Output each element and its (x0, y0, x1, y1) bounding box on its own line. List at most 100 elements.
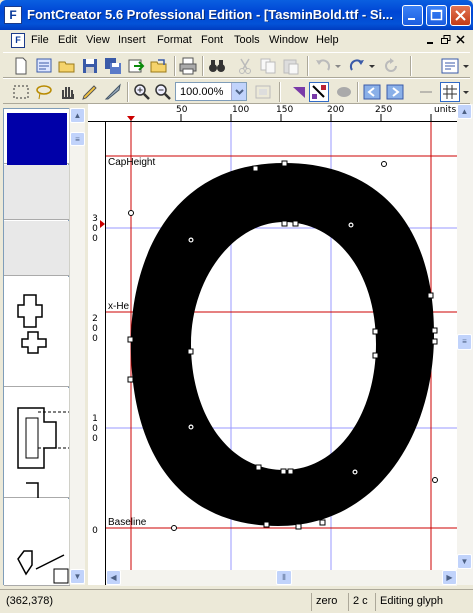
scroll-down-icon[interactable]: ▼ (457, 554, 472, 569)
ruler-label: 250 (375, 105, 393, 115)
glyph-properties-icon[interactable] (440, 56, 460, 76)
glyph-cell-selected[interactable] (4, 109, 70, 165)
close-icon (455, 10, 466, 21)
scroll-thumb[interactable]: ⦀ (276, 570, 292, 585)
standard-toolbar (3, 52, 470, 78)
glyph-cell[interactable] (4, 277, 70, 387)
app-icon[interactable]: F (4, 6, 22, 24)
maximize-button[interactable] (426, 5, 447, 26)
ruler-label: 50 (176, 105, 188, 115)
glyph-cell[interactable] (4, 499, 70, 586)
contour-count-status: 2 c (348, 593, 374, 611)
glyph-thumbnail-icon (17, 294, 47, 354)
window-title: FontCreator 5.6 Professional Edition - [… (27, 7, 393, 22)
glyph-thumbnail-icon (17, 550, 69, 584)
ruler-label: 150 (276, 105, 294, 115)
ruler-units-label: units (434, 105, 457, 115)
mdi-close-icon[interactable] (455, 34, 467, 46)
selected-glyph-swatch (7, 113, 67, 165)
triangle-point-icon[interactable] (289, 82, 309, 102)
cut-icon[interactable] (235, 56, 255, 76)
refresh-icon[interactable] (381, 56, 401, 76)
zoom-fit-icon[interactable] (253, 82, 273, 102)
glyph-list-panel (3, 108, 70, 586)
save-icon[interactable] (80, 56, 100, 76)
menu-insert[interactable]: Insert (118, 34, 146, 46)
scroll-right-icon[interactable]: ▶ (442, 570, 457, 585)
save-all-icon[interactable] (103, 56, 123, 76)
mdi-restore-icon[interactable] (440, 34, 452, 46)
title-bar: F FontCreator 5.6 Professional Edition -… (0, 0, 473, 30)
paste-icon[interactable] (281, 56, 301, 76)
knife-icon[interactable] (103, 82, 123, 102)
glyph-name-status: zero (311, 593, 347, 611)
redo-icon[interactable] (347, 56, 367, 76)
scroll-down-icon[interactable]: ▼ (70, 569, 85, 584)
ruler-label: 100 (232, 105, 250, 115)
scroll-up-icon[interactable]: ▲ (457, 104, 472, 119)
grid-toggle-icon[interactable] (440, 82, 460, 102)
menu-tools[interactable]: Tools (234, 34, 260, 46)
hand-icon[interactable] (57, 82, 77, 102)
menu-format[interactable]: Format (157, 34, 192, 46)
x-height-label: x-He (108, 301, 130, 312)
zoom-in-icon[interactable] (132, 82, 152, 102)
baseline-label: Baseline (108, 517, 147, 528)
ruler-label: 200 (327, 105, 345, 115)
menu-file[interactable]: File (31, 34, 49, 46)
undo-icon[interactable] (313, 56, 333, 76)
glyph-cell[interactable] (4, 388, 70, 498)
glyph-list-scrollbar[interactable]: ▲ ≡ ▼ (69, 108, 85, 585)
minimize-button[interactable] (402, 5, 423, 26)
menu-help[interactable]: Help (316, 34, 339, 46)
open-folder-icon[interactable] (57, 56, 77, 76)
point-mode-icon[interactable] (309, 82, 329, 102)
horizontal-ruler: 50 100 150 200 250 units (88, 104, 458, 122)
next-glyph-icon[interactable] (385, 82, 405, 102)
new-icon[interactable] (11, 56, 31, 76)
previous-glyph-icon[interactable] (362, 82, 382, 102)
lasso-icon[interactable] (34, 82, 54, 102)
editor-vertical-scrollbar[interactable]: ▲ ≡ ▼ (457, 104, 473, 585)
editor-horizontal-scrollbar[interactable]: ◀ ⦀ ▶ (106, 570, 457, 586)
close-button[interactable] (450, 5, 471, 26)
scroll-thumb[interactable]: ≡ (457, 334, 472, 350)
status-bar: (362,378) zero 2 c Editing glyph (0, 589, 473, 613)
zoom-select[interactable]: 100.00% (175, 82, 247, 101)
menu-view[interactable]: View (86, 34, 110, 46)
ellipse-icon[interactable] (334, 82, 354, 102)
zoom-out-icon[interactable] (153, 82, 173, 102)
toolbar2-overflow-icon[interactable] (461, 82, 473, 102)
menu-font[interactable]: Font (201, 34, 223, 46)
scroll-up-icon[interactable]: ▲ (70, 108, 85, 123)
glyph-cell[interactable] (4, 221, 70, 276)
vertical-ruler: 300 200 100 0 (88, 122, 106, 585)
print-icon[interactable] (178, 56, 198, 76)
glyph-edit-toolbar: 100.00% (3, 78, 470, 104)
import-icon[interactable] (126, 56, 146, 76)
scroll-thumb[interactable]: ≡ (70, 132, 85, 146)
cap-height-label: CapHeight (108, 157, 156, 168)
scroll-left-icon[interactable]: ◀ (106, 570, 121, 585)
copy-icon[interactable] (258, 56, 278, 76)
menu-bar: F File Edit View Insert Format Font Tool… (0, 30, 473, 51)
cursor-coordinates: (362,378) (6, 595, 54, 607)
maximize-icon (430, 9, 443, 21)
minimize-icon (408, 18, 415, 20)
new-from-template-icon[interactable] (34, 56, 54, 76)
find-binoculars-icon[interactable] (207, 56, 227, 76)
pencil-icon[interactable] (80, 82, 100, 102)
menu-window[interactable]: Window (269, 34, 308, 46)
export-folder-icon[interactable] (149, 56, 169, 76)
toolbar-overflow-icon[interactable] (461, 56, 473, 76)
chevron-down-icon[interactable] (231, 83, 246, 100)
menu-edit[interactable]: Edit (58, 34, 77, 46)
mdi-minimize-icon[interactable] (425, 34, 437, 46)
select-rectangle-icon[interactable] (11, 82, 31, 102)
settings-icon[interactable] (416, 82, 436, 102)
glyph-editor-canvas[interactable]: CapHeight x-He Baseline (88, 104, 458, 585)
edit-mode-status: Editing glyph (375, 593, 473, 611)
zoom-value: 100.00% (180, 86, 224, 98)
glyph-cell[interactable] (4, 165, 70, 220)
document-icon[interactable]: F (11, 33, 25, 48)
